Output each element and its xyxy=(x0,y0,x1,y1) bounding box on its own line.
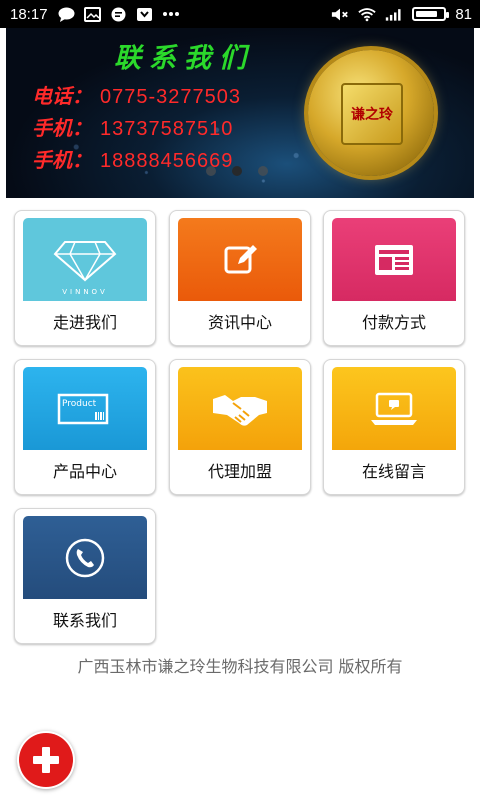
tile-caption: Product xyxy=(62,399,97,409)
carousel-dot[interactable] xyxy=(258,166,268,176)
banner-phone-label: 电话： xyxy=(32,84,92,108)
menu-tile-message[interactable]: 在线留言 xyxy=(323,359,465,495)
menu-tile-products[interactable]: Product 产品中心 xyxy=(14,359,156,495)
edit-icon xyxy=(178,218,302,301)
tile-label: 代理加盟 xyxy=(207,462,272,481)
tile-label: 资讯中心 xyxy=(207,313,272,332)
diamond-icon: VINNOV xyxy=(23,218,147,301)
phone-icon xyxy=(23,516,147,599)
battery-percent: 81 xyxy=(455,5,472,23)
banner-phone-line: 电话： 0775-3277503 xyxy=(32,80,241,109)
wifi-icon xyxy=(358,6,376,22)
plus-icon xyxy=(33,747,59,773)
gold-coin-logo: 谦之玲 xyxy=(308,50,434,176)
tile-caption: VINNOV xyxy=(62,288,108,296)
tile-label: 付款方式 xyxy=(361,313,426,332)
newspaper-icon xyxy=(332,218,456,301)
mute-icon xyxy=(331,6,349,22)
status-bar: 18:17 81 xyxy=(0,0,480,28)
battery-icon xyxy=(412,7,450,21)
signal-icon xyxy=(385,6,403,22)
product-box-icon: Product xyxy=(23,367,147,450)
handshake-icon xyxy=(178,367,302,450)
download-icon xyxy=(136,6,154,22)
banner-mobile-line-1: 手机： 13737587510 xyxy=(32,112,233,141)
image-mail-icon xyxy=(84,6,102,22)
menu-tile-franchise[interactable]: 代理加盟 xyxy=(169,359,311,495)
tile-label: 走进我们 xyxy=(52,313,117,332)
tile-label: 产品中心 xyxy=(52,462,117,481)
banner-mobile-number: 13737587510 xyxy=(100,118,234,140)
add-button[interactable] xyxy=(19,733,73,787)
banner-mobile-line-2: 手机： 18888456669 xyxy=(32,144,233,173)
coin-logo-text: 谦之玲 xyxy=(351,107,393,123)
carousel-dot[interactable] xyxy=(206,166,216,176)
menu-tile-news[interactable]: 资讯中心 xyxy=(169,210,311,346)
tile-label: 联系我们 xyxy=(52,611,117,630)
status-time: 18:17 xyxy=(10,5,48,23)
more-dots-icon xyxy=(162,6,180,22)
chat-bubble-icon xyxy=(58,6,76,22)
copyright-footer: 广西玉林市谦之玲生物科技有限公司 版权所有 xyxy=(77,657,403,676)
menu-tile-payment[interactable]: 付款方式 xyxy=(323,210,465,346)
banner-mobile-label: 手机： xyxy=(32,148,92,172)
message-icon xyxy=(110,6,128,22)
menu-tile-contact[interactable]: 联系我们 xyxy=(14,508,156,644)
banner-mobile-label: 手机： xyxy=(32,116,92,140)
laptop-chat-icon xyxy=(332,367,456,450)
contact-banner[interactable]: 联系我们 电话： 0775-3277503 手机： 13737587510 手机： 1… xyxy=(6,28,474,198)
carousel-indicator xyxy=(206,166,268,176)
menu-tile-about-us[interactable]: VINNOV 走进我们 xyxy=(14,210,156,346)
carousel-dot-active[interactable] xyxy=(232,166,242,176)
banner-title: 联系我们 xyxy=(114,43,254,74)
tile-label: 在线留言 xyxy=(361,462,426,481)
banner-phone-number: 0775-3277503 xyxy=(100,86,242,108)
